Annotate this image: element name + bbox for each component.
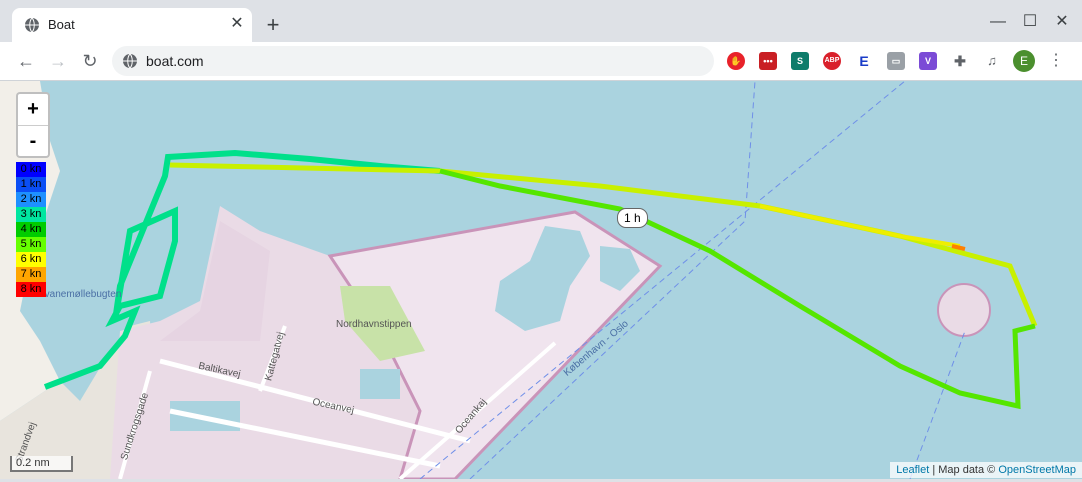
- globe-icon: [25, 17, 39, 33]
- close-icon[interactable]: ✕: [228, 15, 246, 33]
- globe-icon: [123, 53, 137, 69]
- v-extension-icon[interactable]: V: [919, 52, 937, 70]
- legend-item: 2 kn: [16, 192, 46, 207]
- map-label-svanemollebugten: Svanemøllebugten: [38, 289, 122, 300]
- picture-extension-icon[interactable]: ▭: [887, 52, 905, 70]
- new-tab-button[interactable]: +: [262, 14, 284, 36]
- zoom-control: + -: [16, 92, 50, 158]
- speed-legend: 0 kn 1 kn 2 kn 3 kn 4 kn 5 kn 6 kn 7 kn …: [16, 162, 46, 297]
- time-marker-label: 1 h: [617, 208, 648, 228]
- tab-title: Boat: [48, 17, 75, 32]
- zoom-in-button[interactable]: +: [18, 94, 48, 125]
- map-tiles: [0, 81, 1038, 479]
- scale-bar: 0.2 nm: [10, 456, 73, 472]
- hand-stop-extension-icon[interactable]: ✋: [727, 52, 745, 70]
- legend-item: 8 kn: [16, 282, 46, 297]
- back-button[interactable]: ←: [15, 50, 37, 72]
- legend-item: 6 kn: [16, 252, 46, 267]
- arrow-right-icon: →: [49, 51, 67, 71]
- minimize-button[interactable]: —: [986, 10, 1010, 34]
- zoom-out-button[interactable]: -: [18, 125, 48, 157]
- legend-item: 7 kn: [16, 267, 46, 282]
- reload-button[interactable]: ↻: [79, 50, 101, 72]
- tab-boat[interactable]: Boat ✕: [12, 8, 252, 42]
- forward-button[interactable]: →: [47, 50, 69, 72]
- legend-item: 3 kn: [16, 207, 46, 222]
- s-extension-icon[interactable]: S: [791, 52, 809, 70]
- legend-item: 0 kn: [16, 162, 46, 177]
- window-close-button[interactable]: ✕: [1050, 10, 1074, 34]
- plus-icon: +: [266, 12, 280, 37]
- address-bar[interactable]: boat.com: [112, 46, 714, 76]
- puzzle-icon[interactable]: ✚: [951, 52, 969, 70]
- attribution-text: | Map data ©: [932, 464, 996, 476]
- profile-avatar[interactable]: E: [1013, 50, 1035, 72]
- map-label-nordhavnstippen: Nordhavnstippen: [336, 319, 412, 330]
- openstreetmap-link[interactable]: OpenStreetMap: [998, 464, 1076, 476]
- map-attribution: Leaflet | Map data © OpenStreetMap: [890, 462, 1082, 478]
- e-extension-icon[interactable]: E: [855, 52, 873, 70]
- maximize-button[interactable]: ☐: [1018, 10, 1042, 34]
- adblock-extension-icon[interactable]: ABP: [823, 52, 841, 70]
- media-icon[interactable]: ♫: [983, 52, 1001, 70]
- reload-icon: ↻: [82, 51, 98, 71]
- dots-extension-icon[interactable]: •••: [759, 52, 777, 70]
- map-view[interactable]: Nordhavnstippen Baltikavej Kattegatvej O…: [0, 81, 1082, 479]
- browser-titlebar: Boat ✕ + — ☐ ✕: [0, 0, 1082, 42]
- leaflet-link[interactable]: Leaflet: [896, 464, 929, 476]
- arrow-left-icon: ←: [17, 51, 35, 71]
- legend-item: 1 kn: [16, 177, 46, 192]
- browser-toolbar: ← → ↻ boat.com ✋ ••• S ABP E ▭ V ✚ ♫ E ⋮: [0, 42, 1082, 81]
- legend-item: 4 kn: [16, 222, 46, 237]
- url-text: boat.com: [146, 53, 204, 69]
- legend-item: 5 kn: [16, 237, 46, 252]
- dots-menu-icon[interactable]: ⋮: [1048, 50, 1064, 72]
